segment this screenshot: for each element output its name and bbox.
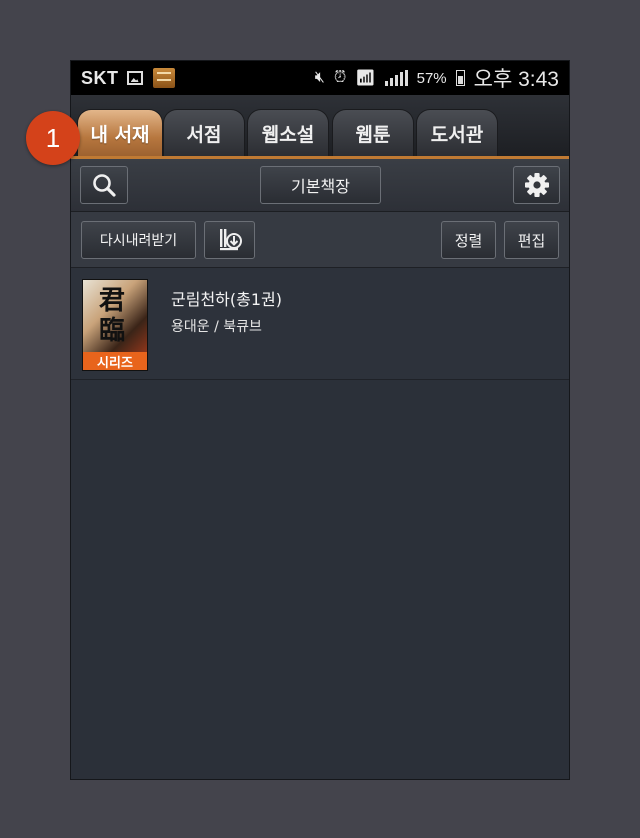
tab-label: 웹소설 [261,123,315,146]
sort-label: 정렬 [454,231,483,250]
wifi-icon: 📶︎ [355,70,376,87]
book-title: 군림천하(총1권) [171,290,282,309]
search-button[interactable] [80,166,128,204]
tab-my-library[interactable]: 내 서재 [77,109,163,156]
step-number-badge: 1 [26,111,80,165]
carrier-label: SKT [81,67,119,88]
sort-button[interactable]: 정렬 [441,221,496,259]
status-right: 🔇︎ ⏰︎ 📶︎ 57% 오후 3:43 [315,63,559,93]
battery-percent: 57% [416,69,447,87]
phone-screen: SKT 🔇︎ ⏰︎ 📶︎ 57% 오후 3:43 내 서재 서점 웹소설 웹툰 [70,60,570,780]
action-bar: 다시내려받기 정렬 편집 [71,212,569,268]
list-item[interactable]: 君臨 시리즈 군림천하(총1권) 용대운 / 북큐브 [71,268,569,380]
redownload-button[interactable]: 다시내려받기 [81,221,196,259]
tab-label: 도서관 [430,123,484,146]
battery-icon [455,70,465,86]
book-author-publisher: 용대운 / 북큐브 [171,319,262,335]
edit-label: 편집 [517,231,546,250]
tab-webtoon[interactable]: 웹툰 [332,109,414,156]
tab-bookstore[interactable]: 서점 [163,109,245,156]
clock: 오후 3:43 [473,68,559,91]
toolbar: 기본책장 [71,159,569,212]
series-tag: 시리즈 [83,352,147,370]
tab-library[interactable]: 도서관 [416,109,498,156]
tab-bar: 내 서재 서점 웹소설 웹툰 도서관 [71,95,569,159]
shelf-select-button[interactable]: 기본책장 [260,166,381,204]
image-notification-icon [126,71,143,85]
signal-icon [384,70,408,86]
alarm-icon: ⏰︎ [333,69,347,86]
edit-button[interactable]: 편집 [504,221,559,259]
search-icon [93,174,116,197]
tab-web-novel[interactable]: 웹소설 [247,109,329,156]
tab-label: 서점 [186,123,222,146]
status-bar: SKT 🔇︎ ⏰︎ 📶︎ 57% 오후 3:43 [71,61,569,95]
cover-art: 君臨 [99,286,126,346]
book-list: 君臨 시리즈 군림천하(총1권) 용대운 / 북큐브 [71,268,569,779]
book-download-button[interactable] [204,221,255,259]
settings-button[interactable] [513,166,560,204]
mute-vibrate-icon: 🔇︎ [314,69,325,86]
tab-label: 웹툰 [355,123,391,146]
bookcube-app-icon [152,68,175,88]
redownload-label: 다시내려받기 [99,233,178,249]
book-download-icon [219,229,242,251]
gear-icon [524,173,549,197]
tab-label: 내 서재 [90,123,150,146]
shelf-label: 기본책장 [291,177,350,196]
book-cover[interactable]: 君臨 시리즈 [82,279,148,371]
